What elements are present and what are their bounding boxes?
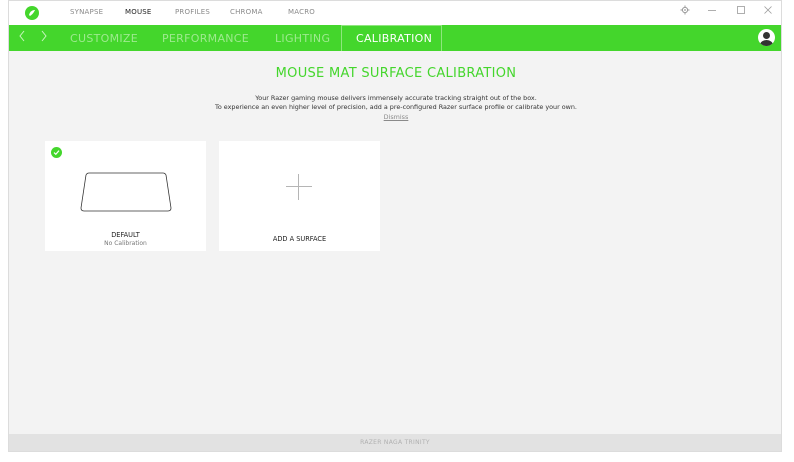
footer-bar: RAZER NAGA TRINITY (9, 434, 781, 451)
minimize-icon[interactable] (705, 5, 719, 19)
maximize-icon[interactable] (734, 5, 748, 19)
description-line-2: To experience an even higher level of pr… (215, 103, 577, 111)
tab-customize[interactable]: CUSTOMIZE (70, 32, 138, 45)
top-tab-mouse[interactable]: MOUSE (125, 8, 152, 16)
chevron-right-icon[interactable] (40, 30, 48, 46)
checkmark-icon (51, 147, 62, 158)
card-subtitle-default: No Calibration (104, 240, 147, 247)
plus-icon (286, 174, 312, 200)
mouse-mat-icon (80, 172, 172, 212)
sub-nav-bar: CUSTOMIZE PERFORMANCE LIGHTING CALIBRATI… (9, 25, 781, 51)
top-tab-macro[interactable]: MACRO (288, 8, 315, 16)
gear-icon[interactable] (678, 5, 692, 19)
page-title: MOUSE MAT SURFACE CALIBRATION (275, 66, 517, 81)
card-title-add: ADD A SURFACE (272, 235, 327, 243)
device-name: RAZER NAGA TRINITY (360, 439, 430, 446)
user-icon[interactable] (758, 29, 775, 46)
top-tab-synapse[interactable]: SYNAPSE (70, 8, 103, 16)
description-line-1: Your Razer gaming mouse delivers immense… (255, 94, 537, 102)
add-surface-card[interactable]: ADD A SURFACE (219, 141, 380, 251)
tab-calibration[interactable]: CALIBRATION (356, 32, 432, 45)
card-title-default: DEFAULT (111, 231, 140, 239)
tab-performance[interactable]: PERFORMANCE (162, 32, 249, 45)
close-icon[interactable] (761, 5, 775, 19)
dismiss-link[interactable]: Dismiss (9, 113, 783, 121)
app-window: SYNAPSE MOUSE PROFILES CHROMA MACRO CUST… (8, 0, 782, 452)
top-bar: SYNAPSE MOUSE PROFILES CHROMA MACRO (9, 1, 781, 25)
top-tab-chroma[interactable]: CHROMA (230, 8, 263, 16)
surface-card-default[interactable]: DEFAULT No Calibration (45, 141, 206, 251)
chevron-left-icon[interactable] (18, 30, 26, 46)
top-tab-profiles[interactable]: PROFILES (175, 8, 210, 16)
razer-logo-icon[interactable] (25, 6, 39, 20)
tab-lighting[interactable]: LIGHTING (275, 32, 330, 45)
